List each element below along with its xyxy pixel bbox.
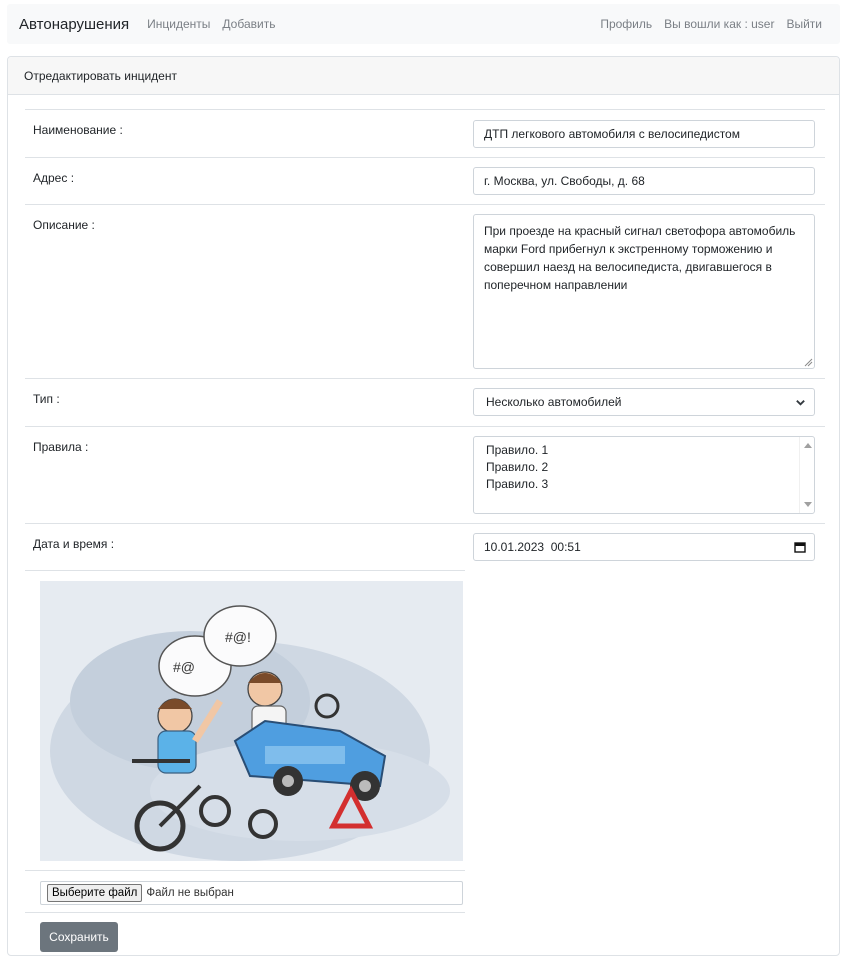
nav-link-profile[interactable]: Профиль bbox=[600, 17, 652, 31]
type-label: Тип : bbox=[33, 392, 60, 406]
row-description: Описание : При проезде на красный сигнал… bbox=[25, 204, 825, 378]
type-value: Несколько автомобилей bbox=[486, 395, 622, 409]
edit-incident-card: Отредактировать инцидент Наименование : … bbox=[7, 56, 840, 956]
address-value: г. Москва, ул. Свободы, д. 68 bbox=[484, 174, 645, 188]
nav-right: Профиль Вы вошли как : user Выйти bbox=[600, 17, 822, 31]
file-status: Файл не выбран bbox=[146, 887, 234, 899]
scroll-up-icon[interactable] bbox=[804, 443, 812, 448]
card-header: Отредактировать инцидент bbox=[8, 57, 839, 95]
resize-grip-icon[interactable] bbox=[804, 358, 813, 367]
row-name: Наименование : ДТП легкового автомобиля … bbox=[25, 109, 825, 157]
file-input[interactable]: Выберите файл Файл не выбран bbox=[40, 881, 463, 905]
row-save: Сохранить bbox=[25, 912, 465, 962]
address-input[interactable]: г. Москва, ул. Свободы, д. 68 bbox=[473, 167, 815, 195]
scrollbar[interactable] bbox=[799, 437, 814, 513]
description-label: Описание : bbox=[33, 218, 95, 232]
save-button[interactable]: Сохранить bbox=[40, 922, 118, 952]
nav-link-incidents[interactable]: Инциденты bbox=[147, 17, 210, 31]
brand[interactable]: Автонарушения bbox=[19, 16, 129, 33]
datetime-label: Дата и время : bbox=[33, 537, 115, 551]
nav-link-add[interactable]: Добавить bbox=[222, 17, 275, 31]
rules-label: Правила : bbox=[33, 440, 89, 454]
row-rules: Правила : Правило. 1 Правило. 2 Правило.… bbox=[25, 426, 825, 523]
row-address: Адрес : г. Москва, ул. Свободы, д. 68 bbox=[25, 157, 825, 204]
rule-option-2[interactable]: Правило. 2 bbox=[486, 459, 802, 476]
datetime-value: 10.01.2023 00:51 bbox=[484, 540, 581, 554]
description-value: При проезде на красный сигнал светофора … bbox=[484, 224, 796, 292]
choose-file-button[interactable]: Выберите файл bbox=[47, 884, 143, 902]
name-input[interactable]: ДТП легкового автомобиля с велосипедисто… bbox=[473, 120, 815, 148]
row-image: #@ #@! bbox=[25, 570, 465, 870]
row-type: Тип : Несколько автомобилей bbox=[25, 378, 825, 426]
row-datetime: Дата и время : 10.01.2023 00:51 bbox=[25, 523, 825, 571]
incident-illustration: #@ #@! bbox=[40, 581, 463, 861]
row-file: Выберите файл Файл не выбран bbox=[25, 870, 465, 912]
datetime-input[interactable]: 10.01.2023 00:51 bbox=[473, 533, 815, 561]
svg-text:#@!: #@! bbox=[225, 629, 251, 645]
chevron-down-icon bbox=[796, 400, 805, 406]
description-textarea[interactable]: При проезде на красный сигнал светофора … bbox=[473, 214, 815, 369]
rules-multiselect[interactable]: Правило. 1 Правило. 2 Правило. 3 bbox=[473, 436, 815, 514]
scroll-down-icon[interactable] bbox=[804, 502, 812, 507]
name-value: ДТП легкового автомобиля с велосипедисто… bbox=[484, 127, 740, 141]
navbar: Автонарушения Инциденты Добавить Профиль… bbox=[7, 4, 840, 44]
nav-link-logout[interactable]: Выйти bbox=[786, 17, 822, 31]
rule-option-3[interactable]: Правило. 3 bbox=[486, 476, 802, 493]
nav-left: Инциденты Добавить bbox=[147, 17, 275, 31]
incident-image: #@ #@! bbox=[40, 581, 463, 861]
logged-in-as: Вы вошли как : user bbox=[664, 17, 775, 31]
calendar-icon[interactable] bbox=[794, 541, 806, 553]
svg-text:#@: #@ bbox=[173, 659, 195, 675]
type-select[interactable]: Несколько автомобилей bbox=[473, 388, 815, 416]
rule-option-1[interactable]: Правило. 1 bbox=[486, 442, 802, 459]
name-label: Наименование : bbox=[33, 123, 123, 137]
address-label: Адрес : bbox=[33, 171, 75, 185]
